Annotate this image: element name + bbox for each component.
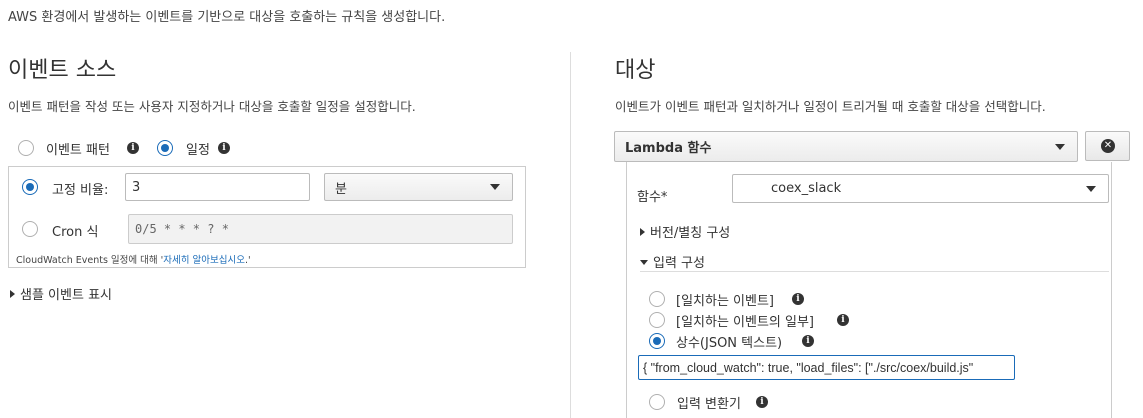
info-icon[interactable]: i: [792, 293, 804, 305]
radio-event-pattern-label: 이벤트 패턴: [46, 143, 110, 158]
radio-matched-part[interactable]: [649, 312, 665, 328]
radio-input-transformer[interactable]: [649, 394, 665, 410]
cloudwatch-note: CloudWatch Events 일정에 대해 '자세히 알아보십시오.': [16, 255, 251, 266]
radio-schedule-label: 일정: [186, 143, 210, 158]
radio-matched-event[interactable]: [649, 291, 665, 307]
target-title: 대상: [615, 58, 656, 83]
caret-down-icon: [490, 184, 500, 190]
version-alias-toggle[interactable]: 버전/별칭 구성: [640, 222, 730, 241]
cron-input[interactable]: 0/5 * * * ? *: [128, 214, 513, 244]
cron-label: Cron 식: [52, 225, 99, 240]
radio-event-pattern[interactable]: [18, 140, 34, 156]
caret-down-icon: [1055, 143, 1065, 150]
unit-select[interactable]: 분: [324, 173, 513, 201]
radio-constant-json-label: 상수(JSON 텍스트): [676, 336, 783, 351]
function-label: 함수*: [637, 190, 668, 205]
info-icon[interactable]: i: [802, 335, 814, 347]
radio-cron[interactable]: [22, 221, 38, 237]
radio-matched-part-label: [일치하는 이벤트의 일부]: [676, 315, 815, 330]
function-select[interactable]: coex_slack: [732, 174, 1109, 203]
json-constant-input[interactable]: { "from_cloud_watch": true, "load_files"…: [638, 355, 1015, 380]
expand-right-icon: [10, 290, 15, 298]
radio-constant-json[interactable]: [649, 333, 665, 349]
radio-fixed-rate[interactable]: [22, 179, 38, 195]
show-sample-events[interactable]: 샘플 이벤트 표시: [10, 284, 112, 303]
radio-input-transformer-label: 입력 변환기: [677, 397, 741, 412]
remove-icon: ✕: [1101, 139, 1115, 153]
fixed-rate-input[interactable]: 3: [125, 173, 310, 201]
target-type-select[interactable]: Lambda 함수: [614, 131, 1078, 162]
learn-more-link[interactable]: 자세히 알아보십시오: [163, 255, 245, 266]
expand-right-icon: [640, 228, 645, 236]
event-source-title: 이벤트 소스: [8, 58, 117, 83]
target-description: 이벤트가 이벤트 패턴과 일치하거나 일정이 트리거될 때 호출할 대상을 선택…: [615, 99, 1046, 114]
column-divider: [570, 52, 571, 418]
info-icon[interactable]: i: [218, 142, 230, 154]
page-description: AWS 환경에서 발생하는 이벤트를 기반으로 대상을 호출하는 규칙을 생성합…: [8, 10, 446, 25]
event-source-description: 이벤트 패턴을 작성 또는 사용자 지정하거나 대상을 호출할 일정을 설정합니…: [8, 99, 416, 114]
remove-target-button[interactable]: ✕: [1085, 131, 1130, 161]
info-icon[interactable]: i: [756, 396, 768, 408]
radio-schedule[interactable]: [157, 140, 173, 156]
collapse-down-icon: [640, 260, 648, 265]
info-icon[interactable]: i: [837, 314, 849, 326]
info-icon[interactable]: i: [127, 142, 139, 154]
radio-matched-event-label: [일치하는 이벤트]: [676, 294, 774, 309]
input-config-toggle[interactable]: 입력 구성: [640, 252, 705, 271]
caret-down-icon: [1086, 185, 1096, 192]
fixed-rate-label: 고정 비율:: [52, 183, 109, 198]
section-divider: [640, 271, 1109, 272]
